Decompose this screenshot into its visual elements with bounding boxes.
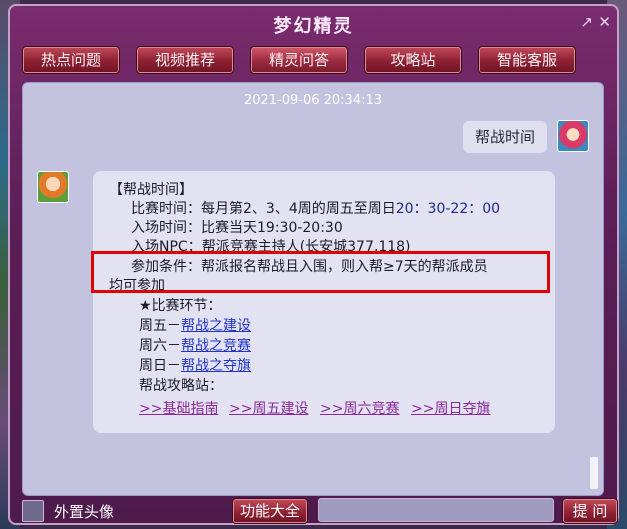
external-avatar-label: 外置头像	[54, 503, 115, 521]
answer-heading: 【帮战时间】	[109, 182, 193, 198]
annotation-highlight-box	[91, 251, 550, 293]
match-time-line: 比赛时间：每月第2、3、4周的周五至周日20：30-22：00	[131, 200, 500, 219]
bot-message-bubble: 【帮战时间】 比赛时间：每月第2、3、4周的周五至周日20：30-22：00 入…	[93, 171, 555, 433]
entry-time-line: 入场时间：比赛当天19:30-20:30	[131, 220, 343, 236]
question-input[interactable]	[318, 498, 554, 522]
guide-link-sunday[interactable]: >>周日夺旗	[411, 398, 490, 418]
scroll-thumb[interactable]	[590, 457, 598, 489]
function-list-button[interactable]: 功能大全	[232, 498, 308, 524]
guide-link-basic[interactable]: >>基础指南	[139, 398, 218, 418]
external-avatar-checkbox[interactable]	[22, 500, 44, 522]
stage-day: 周五－	[139, 318, 181, 334]
tab-bar: 热点问题 视频推荐 精灵问答 攻略站 智能客服	[22, 46, 602, 74]
user-avatar	[557, 120, 589, 152]
user-message-bubble: 帮战时间	[462, 121, 547, 153]
tab-smart-service[interactable]: 智能客服	[478, 46, 576, 74]
chat-scrollbar[interactable]	[589, 89, 599, 489]
close-icon[interactable]: ✕	[598, 14, 611, 30]
stage-friday: 周五－帮战之建设	[139, 317, 251, 336]
stage-day: 周日－	[139, 358, 181, 374]
tab-hot-questions[interactable]: 热点问题	[22, 46, 120, 74]
stage-link-flag[interactable]: 帮战之夺旗	[181, 358, 251, 374]
stage-link-compete[interactable]: 帮战之竞赛	[181, 338, 251, 354]
tab-video-recommend[interactable]: 视频推荐	[136, 46, 234, 74]
stage-sunday: 周日－帮战之夺旗	[139, 357, 251, 376]
stages-heading: ★比赛环节：	[139, 298, 222, 314]
ask-button[interactable]: 提 问	[562, 498, 618, 524]
match-time-label: 比赛时间：每月第2、3、4周的周五至周日	[131, 201, 396, 217]
stage-link-build[interactable]: 帮战之建设	[181, 318, 251, 334]
match-time-value: 20：30-22：00	[395, 201, 501, 217]
title-bar[interactable]: 梦幻精灵 ↗ ✕	[10, 6, 617, 40]
tab-sprite-qa[interactable]: 精灵问答	[250, 46, 348, 74]
bottom-bar: 外置头像 功能大全 提 问	[22, 497, 618, 524]
expand-icon[interactable]: ↗	[580, 14, 593, 30]
stage-day: 周六－	[139, 338, 181, 354]
guide-heading: 帮战攻略站：	[139, 378, 223, 394]
chat-timestamp: 2021-09-06 20:34:13	[243, 93, 383, 108]
window-title: 梦幻精灵	[273, 16, 354, 37]
tab-strategy-site[interactable]: 攻略站	[364, 46, 462, 74]
sprite-avatar	[37, 171, 69, 203]
guide-link-saturday[interactable]: >>周六竞赛	[320, 398, 399, 418]
guide-link-friday[interactable]: >>周五建设	[229, 398, 308, 418]
stage-saturday: 周六－帮战之竞赛	[139, 337, 251, 356]
